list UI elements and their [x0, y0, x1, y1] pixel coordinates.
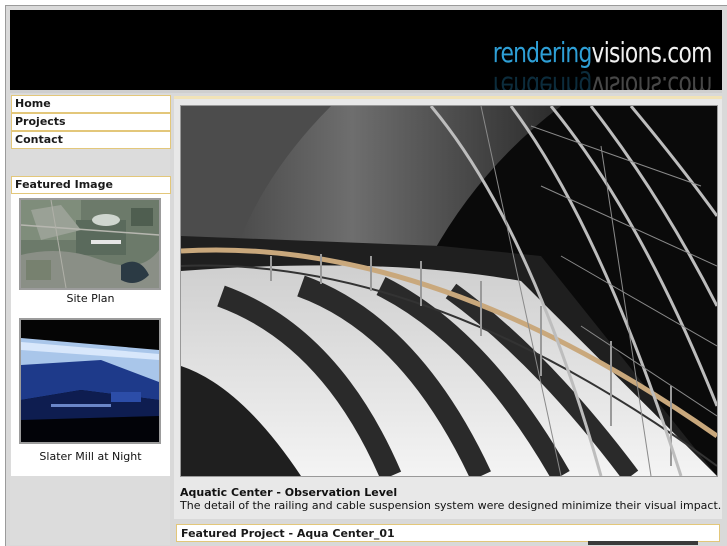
site-plan-thumbnail[interactable] — [19, 198, 161, 290]
nav-projects-link[interactable]: Projects — [11, 113, 171, 131]
slater-mill-thumbnail[interactable] — [19, 318, 161, 444]
logo-text-rendering: rendering — [493, 36, 593, 69]
aerial-site-plan-image — [21, 200, 159, 288]
site-plan-caption: Site Plan — [66, 292, 115, 305]
slater-mill-caption: Slater Mill at Night — [39, 450, 142, 463]
nav-home-link[interactable]: Home — [11, 95, 171, 113]
sidebar-footer — [10, 479, 170, 545]
main-content: Aquatic Center - Observation Level The d… — [174, 96, 722, 519]
night-rendering-image — [21, 320, 159, 442]
logo-reflection-part1: rendering — [493, 70, 592, 90]
sidebar: Home Projects Contact Featured Image Sit… — [10, 94, 171, 479]
aquatic-center-rendering-image — [181, 106, 717, 476]
header-divider — [10, 90, 722, 93]
featured-image-heading: Featured Image — [11, 176, 171, 194]
logo-text-visions: visions.com — [591, 36, 713, 69]
image-caption-title: Aquatic Center - Observation Level — [180, 486, 398, 499]
site-logo[interactable]: renderingvisions.com — [493, 36, 713, 69]
featured-project-bar — [588, 541, 698, 545]
logo-reflection-part2: visions.com — [591, 70, 712, 90]
featured-image-viewer[interactable] — [180, 105, 718, 477]
logo-reflection: renderingvisions.com — [493, 70, 712, 90]
nav-contact-link[interactable]: Contact — [11, 131, 171, 149]
site-header: renderingvisions.com renderingvisions.co… — [10, 10, 722, 90]
featured-project-heading: Featured Project - Aqua Center_01 — [176, 524, 720, 542]
image-caption-text: The detail of the railing and cable susp… — [180, 499, 722, 512]
featured-image-panel: Site Plan Slater Mill at Night — [11, 194, 170, 476]
